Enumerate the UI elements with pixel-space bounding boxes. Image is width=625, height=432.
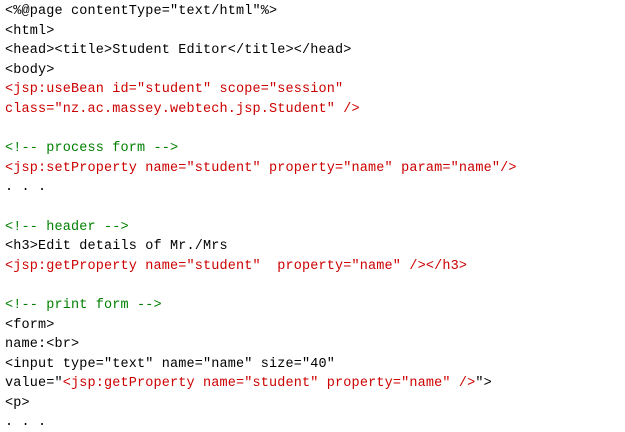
code-line: class="nz.ac.massey.webtech.jsp.Student"… — [5, 100, 625, 120]
jsp-tag-text: <jsp:getProperty name="student" property… — [62, 376, 476, 392]
comment-text: <!-- print form --> — [5, 297, 162, 313]
code-text: <p> — [5, 395, 30, 411]
code-line: <jsp:useBean id="student" scope="session… — [5, 80, 625, 100]
code-line: <input type="text" name="name" size="40" — [5, 355, 625, 375]
code-line: <jsp:getProperty name="student" property… — [5, 257, 625, 277]
ellipsis-text: . . . — [5, 415, 47, 431]
code-line: <%@page contentType="text/html"%> — [5, 2, 625, 22]
ellipsis-text: . . . — [5, 180, 47, 196]
code-text: <h3>Edit details of Mr./Mrs — [5, 239, 228, 255]
code-line: <h3>Edit details of Mr./Mrs — [5, 237, 625, 257]
code-line: . . . — [5, 413, 625, 432]
code-line: <p> — [5, 394, 625, 414]
code-text: name:<br> — [5, 337, 80, 353]
code-line: <head><title>Student Editor</title></hea… — [5, 41, 625, 61]
code-line: <body> — [5, 61, 625, 81]
code-line: <!-- process form --> — [5, 139, 625, 159]
code-text: <head><title>Student Editor</title></hea… — [5, 43, 352, 59]
code-line: <!-- header --> — [5, 218, 625, 238]
code-text: <body> — [5, 62, 55, 78]
jsp-tag-text: <jsp:useBean id="student" scope="session… — [5, 82, 344, 98]
comment-text: <!-- process form --> — [5, 141, 179, 157]
code-text: "> — [475, 376, 492, 392]
code-text: <%@page contentType="text/html"%> — [5, 4, 278, 19]
code-text: <html> — [5, 23, 55, 39]
jsp-tag-text: <jsp:setProperty name="student" property… — [5, 160, 517, 176]
code-line: <html> — [5, 22, 625, 42]
code-text: <input type="text" name="name" size="40" — [5, 356, 336, 372]
code-line: name:<br> — [5, 335, 625, 355]
jsp-tag-text: <jsp:getProperty name="student" property… — [5, 258, 468, 274]
code-text: value=" — [5, 376, 63, 392]
code-text: <form> — [5, 317, 55, 333]
comment-text: <!-- header --> — [5, 219, 129, 235]
code-line: <!-- print form --> — [5, 296, 625, 316]
code-line: <jsp:setProperty name="student" property… — [5, 159, 625, 179]
jsp-tag-text: class="nz.ac.massey.webtech.jsp.Student"… — [5, 101, 360, 117]
code-listing: <%@page contentType="text/html"%> <html>… — [0, 0, 625, 432]
code-line: <form> — [5, 316, 625, 336]
code-line: value="<jsp:getProperty name="student" p… — [5, 374, 625, 394]
code-line: . . . — [5, 178, 625, 198]
